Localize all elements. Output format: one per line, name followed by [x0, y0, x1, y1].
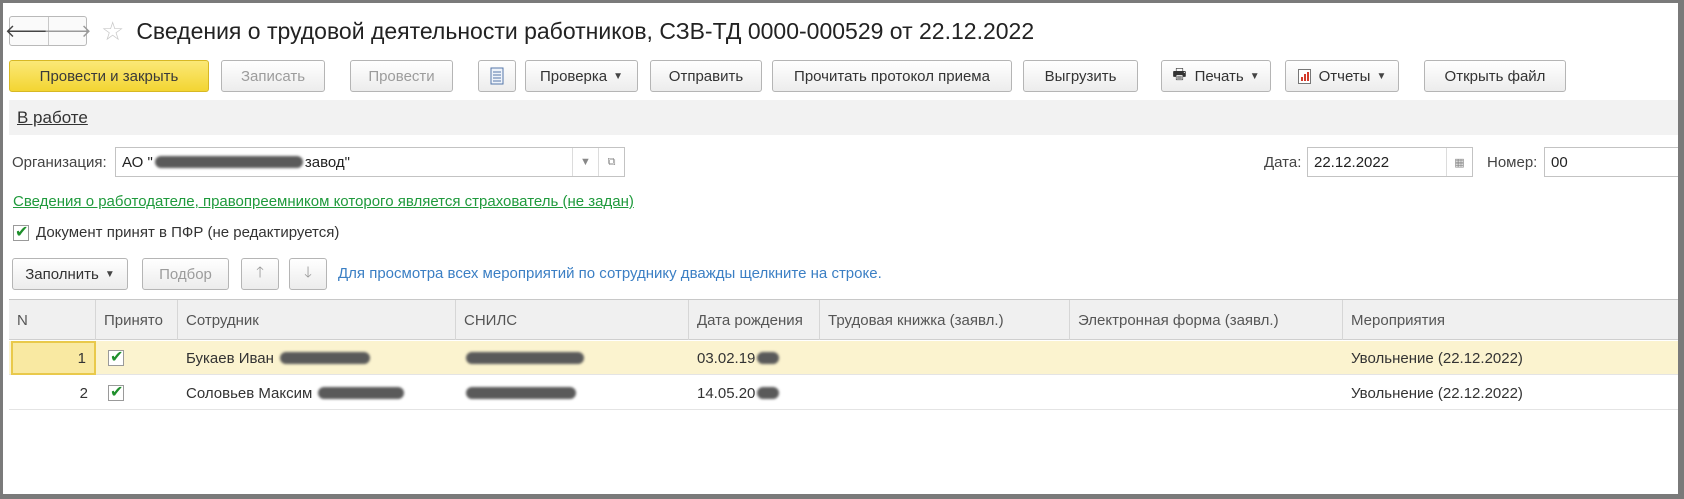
cell-employee[interactable]: Букаев Иван [178, 341, 456, 375]
cell-electronic-form[interactable] [1070, 341, 1343, 375]
organization-suffix: завод" [304, 153, 350, 171]
caret-down-icon: ▼ [104, 268, 115, 280]
caret-down-icon: ▼ [613, 70, 624, 82]
birth-date: 03.02.19 [697, 349, 756, 367]
cell-birth-date[interactable]: 03.02.19 [689, 341, 820, 375]
fill-label: Заполнить [25, 265, 99, 283]
column-header-birth-date[interactable]: Дата рождения [689, 300, 820, 340]
number-label: Номер: [1487, 154, 1538, 171]
cell-paper-book[interactable] [820, 341, 1070, 375]
date-value: 22.12.2022 [1314, 153, 1390, 171]
table-row[interactable]: 1 Букаев Иван 03.02.19 Увольнение (22.12… [9, 341, 1678, 375]
cell-n[interactable]: 1 [11, 341, 96, 375]
column-header-snils[interactable]: СНИЛС [456, 300, 689, 340]
arrow-right-icon: 🡒 [43, 20, 92, 41]
cell-electronic-form[interactable] [1070, 376, 1343, 410]
accepted-checkbox-row[interactable]: Документ принят в ПФР (не редактируется) [13, 222, 340, 241]
redaction-mark [466, 387, 576, 399]
move-down-button[interactable]: 🡓 [289, 258, 327, 290]
employee-name: Соловьев Максим [186, 384, 313, 402]
calendar-icon[interactable]: ▦ [1446, 148, 1472, 176]
date-field[interactable]: 22.12.2022 ▦ [1307, 147, 1473, 177]
column-header-electronic-form[interactable]: Электронная форма (заявл.) [1070, 300, 1343, 340]
redaction-mark [154, 156, 303, 168]
open-file-button[interactable]: Открыть файл [1424, 60, 1566, 92]
cell-n[interactable]: 2 [9, 376, 96, 410]
caret-down-icon: ▼ [1376, 70, 1387, 82]
status-strip: В работе [9, 100, 1678, 135]
column-header-employee[interactable]: Сотрудник [178, 300, 456, 340]
cell-events[interactable]: Увольнение (22.12.2022) [1343, 341, 1678, 375]
organization-prefix: АО " [122, 153, 153, 171]
print-label: Печать [1194, 67, 1244, 85]
arrow-up-icon: 🡑 [256, 263, 264, 281]
employees-table[interactable]: N Принято Сотрудник СНИЛС Дата рождения … [9, 299, 1678, 494]
row-accepted-checkbox[interactable] [108, 382, 124, 401]
employer-info-link[interactable]: Сведения о работодателе, правопреемником… [13, 193, 634, 210]
number-field[interactable]: 00 [1544, 147, 1678, 177]
fill-dropdown-button[interactable]: Заполнить ▼ [12, 258, 128, 290]
column-header-n[interactable]: N [9, 300, 96, 340]
accepted-checkbox-label: Документ принят в ПФР (не редактируется) [36, 224, 340, 241]
reports-dropdown-button[interactable]: Отчеты ▼ [1285, 60, 1399, 92]
report-icon [1297, 68, 1311, 84]
pick-button[interactable]: Подбор [142, 258, 229, 290]
structure-button[interactable] [478, 60, 516, 92]
reports-label: Отчеты [1318, 67, 1371, 85]
row-accepted-checkbox[interactable] [108, 347, 124, 366]
printer-icon: 🖶 [1172, 65, 1187, 83]
column-header-events[interactable]: Мероприятия [1343, 300, 1678, 340]
cell-snils[interactable] [456, 376, 689, 410]
cell-snils[interactable] [456, 341, 689, 375]
column-header-accepted[interactable]: Принято [96, 300, 178, 340]
command-bar: Провести и закрыть Записать Провести Про… [9, 60, 1678, 94]
number-value: 00 [1551, 153, 1568, 171]
title-bar: 🡐 🡒 ☆ Сведения о трудовой деятельности р… [5, 13, 1678, 49]
arrow-down-icon: 🡓 [304, 263, 312, 281]
cell-birth-date[interactable]: 14.05.20 [689, 376, 820, 410]
column-header-paper-book[interactable]: Трудовая книжка (заявл.) [820, 300, 1070, 340]
post-and-close-button[interactable]: Провести и закрыть [9, 60, 209, 92]
redaction-mark [757, 352, 780, 364]
organization-field[interactable]: АО " завод" ▼ ⧉ [115, 147, 625, 177]
redaction-mark [279, 352, 370, 364]
redaction-mark [318, 387, 405, 399]
document-window: 🡐 🡒 ☆ Сведения о трудовой деятельности р… [0, 0, 1684, 499]
employee-name: Букаев Иван [186, 349, 274, 367]
save-button[interactable]: Записать [221, 60, 325, 92]
accepted-checkbox[interactable] [13, 222, 29, 241]
dropdown-icon[interactable]: ▼ [572, 148, 598, 176]
cell-employee[interactable]: Соловьев Максим [178, 376, 456, 410]
check-label: Проверка [539, 67, 608, 85]
table-header: N Принято Сотрудник СНИЛС Дата рождения … [9, 300, 1678, 340]
back-button[interactable]: 🡐 [5, 17, 53, 45]
page-title: Сведения о трудовой деятельности работни… [136, 17, 1035, 44]
cell-paper-book[interactable] [820, 376, 1070, 410]
redaction-mark [466, 352, 584, 364]
cell-events[interactable]: Увольнение (22.12.2022) [1343, 376, 1678, 410]
caret-down-icon: ▼ [1249, 70, 1260, 82]
print-dropdown-button[interactable]: 🖶 Печать ▼ [1161, 60, 1271, 92]
export-button[interactable]: Выгрузить [1023, 60, 1138, 92]
check-dropdown-button[interactable]: Проверка ▼ [525, 60, 638, 92]
table-hint: Для просмотра всех мероприятий по сотруд… [338, 265, 882, 282]
organization-label: Организация: [12, 154, 107, 171]
navigation-buttons: 🡐 🡒 [5, 16, 92, 46]
redaction-mark [757, 387, 780, 399]
read-protocol-button[interactable]: Прочитать протокол приема [772, 60, 1012, 92]
send-button[interactable]: Отправить [650, 60, 762, 92]
open-icon[interactable]: ⧉ [598, 148, 624, 176]
forward-button[interactable]: 🡒 [43, 17, 92, 45]
date-label: Дата: [1264, 154, 1302, 171]
cell-accepted[interactable] [96, 376, 178, 410]
table-row[interactable]: 2 Соловьев Максим 14.05.20 Увольнение (2… [9, 376, 1678, 410]
document-list-icon [490, 67, 504, 85]
birth-date: 14.05.20 [697, 384, 756, 402]
cell-accepted[interactable] [96, 341, 178, 375]
status-link[interactable]: В работе [17, 108, 88, 128]
move-up-button[interactable]: 🡑 [241, 258, 279, 290]
post-button[interactable]: Провести [350, 60, 453, 92]
star-icon[interactable]: ☆ [101, 18, 124, 44]
